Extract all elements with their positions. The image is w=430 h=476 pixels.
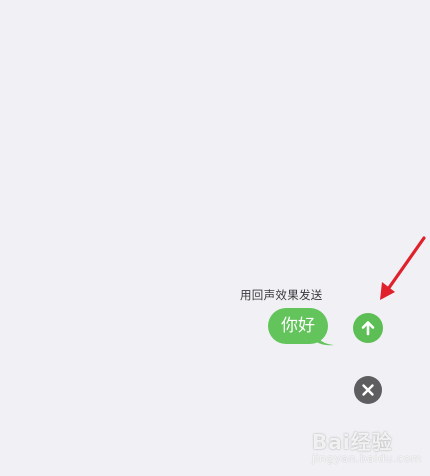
send-button[interactable] — [353, 313, 383, 343]
effect-name-label: 用回声效果发送 — [240, 288, 323, 302]
message-effect-preview-screen: 用回声效果发送 你好 Bai经验 jingyan.baidu.com — [0, 0, 430, 476]
watermark-url: jingyan.baidu.com — [312, 452, 423, 465]
message-bubble-tail — [314, 330, 334, 346]
close-icon — [362, 384, 374, 396]
arrow-up-icon — [361, 321, 375, 336]
red-arrow-annotation — [380, 236, 426, 300]
close-button[interactable] — [354, 376, 382, 404]
baidu-jingyan-watermark: Bai经验 jingyan.baidu.com — [308, 424, 426, 472]
watermark-brand: Bai经验 — [312, 430, 393, 454]
